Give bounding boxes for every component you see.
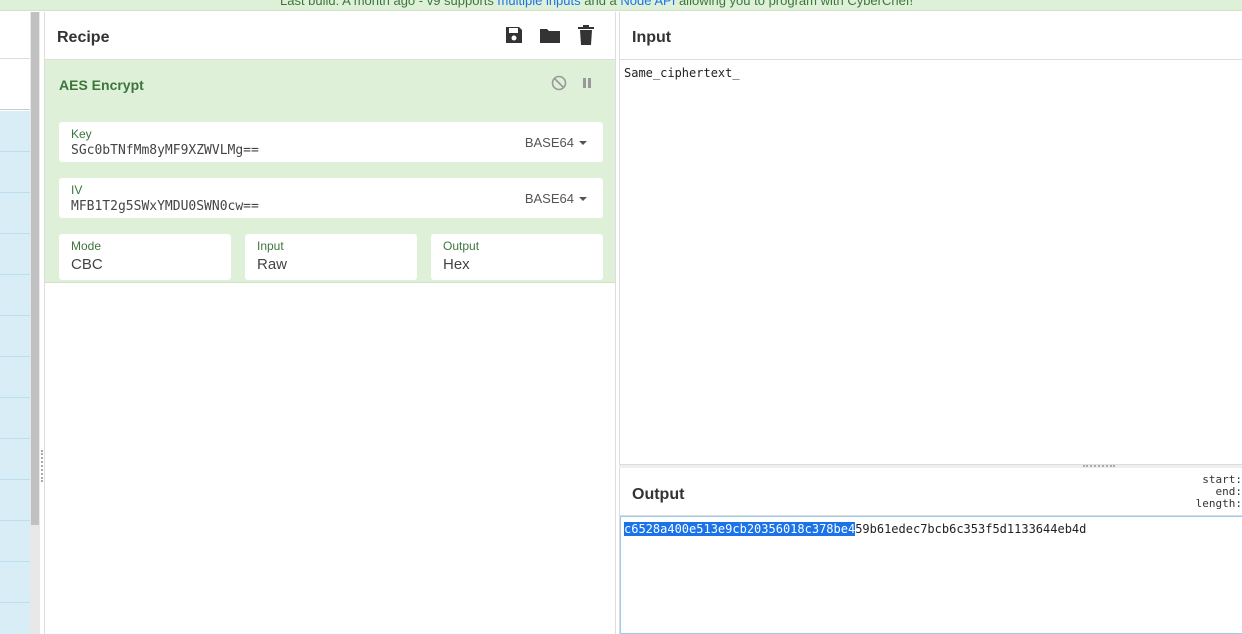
banner-link-node-api[interactable]: Node API — [620, 0, 675, 8]
recipe-title: Recipe — [57, 29, 110, 46]
list-item[interactable] — [0, 316, 30, 357]
key-input[interactable]: SGc0bTNfMm8yMF9XZWVLMg== — [71, 143, 259, 158]
cyberchef-app: Last build: A month ago - v9 supports mu… — [0, 0, 1242, 634]
operations-header — [0, 12, 30, 59]
input-title: Input — [632, 29, 672, 46]
operation-aes-encrypt[interactable]: AES Encrypt Key SGc0bTNfMm8yMF9XZWVLMg==… — [45, 60, 615, 283]
save-icon — [506, 27, 522, 43]
list-item[interactable] — [0, 357, 30, 398]
output-remainder: 59b61edec7bcb6c353f5d1133644eb4d — [855, 522, 1087, 536]
recipe-panel: Recipe AES Encrypt Key SGc0bTNfMm8yMF9XZ… — [44, 12, 616, 634]
pause-operation-button[interactable] — [578, 74, 596, 92]
input-format-label: Input — [257, 239, 284, 253]
operations-panel — [0, 12, 30, 634]
output-header: Output start: end: length: — [620, 468, 1242, 516]
scrollbar-thumb[interactable] — [31, 12, 39, 525]
output-selection: c6528a400e513e9cb20356018c378be4 — [624, 522, 856, 536]
save-recipe-button[interactable] — [503, 24, 525, 46]
output-format-value: Hex — [443, 256, 470, 273]
input-textarea[interactable]: Same_ciphertext_ — [624, 66, 740, 80]
input-panel: Input Same_ciphertext_ — [619, 12, 1242, 464]
clear-recipe-button[interactable] — [575, 24, 597, 46]
key-field[interactable]: Key SGc0bTNfMm8yMF9XZWVLMg== BASE64 — [59, 122, 603, 162]
list-item[interactable] — [0, 275, 30, 316]
banner-part-c: and a — [580, 0, 621, 8]
output-title: Output — [632, 486, 685, 503]
disable-icon — [551, 75, 567, 91]
banner-text: Last build: A month ago - v9 supports mu… — [280, 0, 913, 8]
input-header: Input — [620, 12, 1242, 60]
key-encoding-dropdown[interactable]: BASE64 — [525, 135, 587, 150]
output-textarea[interactable]: c6528a400e513e9cb20356018c378be459b61ede… — [620, 516, 1242, 634]
key-label: Key — [71, 127, 92, 141]
recipe-header: Recipe — [45, 12, 615, 60]
recipe-toolbar — [503, 24, 597, 46]
trash-icon — [578, 25, 594, 45]
iv-input[interactable]: MFB1T2g5SWxYMDU0SWN0cw== — [71, 199, 259, 214]
iv-label: IV — [71, 183, 83, 197]
notification-banner: Last build: A month ago - v9 supports mu… — [0, 0, 1242, 11]
selection-stats: start: end: length: — [1196, 474, 1242, 510]
caret-down-icon — [579, 140, 587, 145]
input-format-value: Raw — [257, 256, 288, 273]
list-item[interactable] — [0, 234, 30, 275]
operations-scrollbar[interactable] — [30, 12, 40, 634]
vertical-resize-grip[interactable] — [41, 450, 43, 482]
list-item[interactable] — [0, 480, 30, 521]
list-item[interactable] — [0, 521, 30, 562]
banner-part-d: allowing you to program with CyberChef! — [675, 0, 914, 8]
key-encoding-value: BASE64 — [524, 135, 574, 150]
output-format-select[interactable]: Output Hex — [431, 234, 603, 280]
banner-build: Last build: A month ago — [280, 0, 416, 8]
banner-part-b: - v9 supports — [415, 0, 498, 8]
load-recipe-button[interactable] — [539, 24, 561, 46]
iv-field[interactable]: IV MFB1T2g5SWxYMDU0SWN0cw== BASE64 — [59, 178, 603, 218]
input-format-select[interactable]: Input Raw — [245, 234, 417, 280]
pause-icon — [583, 78, 591, 88]
banner-link-multiple-inputs[interactable]: multiple inputs — [498, 0, 581, 8]
mode-label: Mode — [71, 239, 102, 253]
output-panel: Output start: end: length: c6528a400e513… — [619, 468, 1242, 634]
iv-encoding-value: BASE64 — [524, 191, 574, 206]
stat-length: length: — [1195, 497, 1242, 510]
list-item[interactable] — [0, 152, 30, 193]
list-item[interactable] — [0, 398, 30, 439]
operation-title: AES Encrypt — [59, 77, 144, 93]
caret-down-icon — [579, 196, 587, 201]
iv-encoding-dropdown[interactable]: BASE64 — [525, 191, 587, 206]
output-format-label: Output — [443, 239, 480, 253]
operations-search[interactable] — [0, 60, 30, 110]
operations-list — [0, 111, 30, 634]
list-item[interactable] — [0, 562, 30, 603]
disable-operation-button[interactable] — [550, 74, 568, 92]
list-item[interactable] — [0, 193, 30, 234]
list-item[interactable] — [0, 111, 30, 152]
horizontal-resize-grip[interactable] — [1083, 465, 1115, 467]
list-item[interactable] — [0, 439, 30, 480]
mode-value: CBC — [71, 256, 103, 273]
output-text: c6528a400e513e9cb20356018c378be459b61ede… — [624, 522, 1086, 536]
mode-select[interactable]: Mode CBC — [59, 234, 231, 280]
folder-icon — [540, 29, 560, 43]
